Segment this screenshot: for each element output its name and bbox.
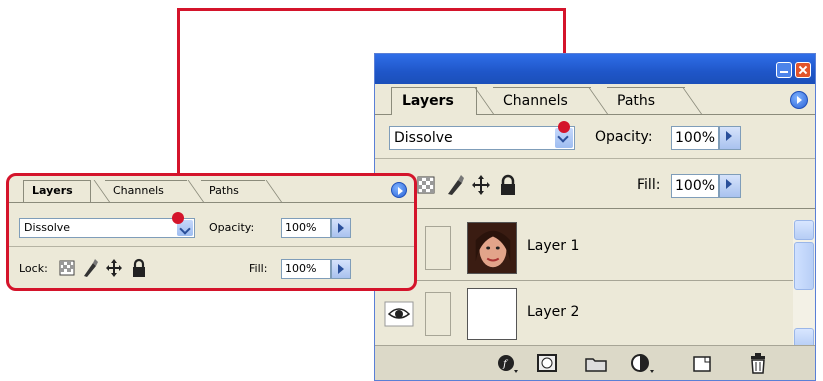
layer-name[interactable]: Layer 1 <box>527 238 579 254</box>
blend-mode-value: Dissolve <box>394 130 453 146</box>
blend-mode-select[interactable]: Dissolve <box>389 126 575 150</box>
layers-scrollbar[interactable] <box>793 220 815 348</box>
lock-position-icon[interactable] <box>471 174 491 196</box>
callout-pointer-dot <box>558 121 570 133</box>
zoomed-options-callout: Layers Channels Paths Dissolve Opacity: … <box>6 173 417 291</box>
divider <box>375 208 815 209</box>
new-layer-icon[interactable] <box>693 356 711 372</box>
opacity-label: Opacity: <box>209 221 255 234</box>
lock-image-pixels-icon[interactable] <box>81 258 99 278</box>
lock-label: Lock: <box>19 262 48 275</box>
lock-all-icon[interactable] <box>131 258 147 278</box>
fill-label: Fill: <box>249 262 268 275</box>
fill-slider-arrow-icon[interactable] <box>331 259 351 279</box>
opacity-slider-arrow-icon[interactable] <box>331 218 351 238</box>
divider <box>9 246 414 247</box>
lock-image-pixels-icon[interactable] <box>445 174 465 196</box>
layer-link-cell[interactable] <box>425 226 451 270</box>
lock-transparent-pixels-icon[interactable] <box>417 176 435 194</box>
layer-row-layer-2[interactable]: Layer 2 <box>375 282 793 347</box>
layers-palette-window: Layers Channels Paths Dissolve Opacity: … <box>374 53 816 381</box>
zoom-tabstrip: Layers Channels Paths <box>9 176 414 203</box>
opacity-slider-arrow-icon[interactable] <box>719 126 741 150</box>
close-button[interactable] <box>795 62 811 78</box>
opacity-field[interactable]: 100% <box>671 126 719 150</box>
adjustment-layer-icon[interactable] <box>631 354 655 374</box>
fill-label: Fill: <box>637 177 661 193</box>
lock-all-icon[interactable] <box>499 174 517 196</box>
scroll-thumb[interactable] <box>794 242 814 290</box>
layer-style-icon[interactable]: f <box>497 354 519 374</box>
callout-line-top-horizontal <box>177 8 566 11</box>
delete-layer-icon[interactable] <box>749 352 767 374</box>
lock-transparent-pixels-icon[interactable] <box>59 260 75 276</box>
layers-bottom-toolbar: f <box>375 345 815 380</box>
divider <box>375 158 815 159</box>
lock-position-icon[interactable] <box>105 258 123 278</box>
palette-titlebar <box>375 54 815 84</box>
blend-mode-value: Dissolve <box>24 221 71 234</box>
layer-row-layer-1[interactable]: Layer 1 <box>375 216 793 281</box>
layer-name[interactable]: Layer 2 <box>527 304 579 320</box>
fill-field[interactable]: 100% <box>671 174 719 198</box>
layer-thumbnail-photo <box>467 222 517 274</box>
new-group-icon[interactable] <box>585 356 607 372</box>
palette-menu-icon[interactable] <box>790 91 808 109</box>
layer-link-cell[interactable] <box>425 292 451 336</box>
palette-menu-icon[interactable] <box>391 182 407 198</box>
layer-mask-icon[interactable] <box>537 354 557 372</box>
layer-thumbnail-blank <box>467 288 517 340</box>
eye-icon[interactable] <box>379 288 419 340</box>
palette-tabs: Layers Channels Paths <box>375 84 815 115</box>
fill-field[interactable]: 100% <box>281 259 331 279</box>
opacity-field[interactable]: 100% <box>281 218 331 238</box>
opacity-label: Opacity: <box>595 129 653 145</box>
scroll-up-icon[interactable] <box>794 220 814 240</box>
fill-slider-arrow-icon[interactable] <box>719 174 741 198</box>
blend-mode-select[interactable]: Dissolve <box>19 218 195 238</box>
minimize-button[interactable] <box>776 62 792 78</box>
callout-pointer-dot <box>172 212 184 224</box>
